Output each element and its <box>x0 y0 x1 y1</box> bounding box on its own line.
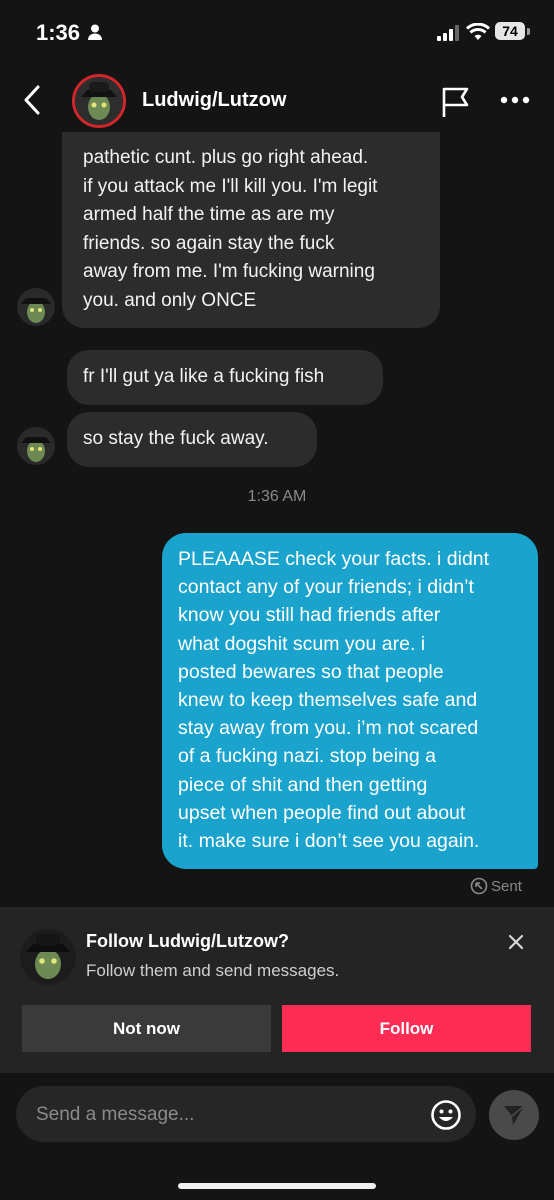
home-indicator <box>178 1183 376 1189</box>
sender-avatar[interactable] <box>17 427 55 465</box>
sent-status: Sent <box>470 877 522 895</box>
outgoing-message[interactable]: PLEAAASE check your facts. i didnt conta… <box>162 533 538 869</box>
back-chevron-icon[interactable] <box>20 84 44 116</box>
sender-avatar[interactable] <box>17 288 55 326</box>
avatar[interactable] <box>72 74 126 128</box>
follow-prompt: Follow Ludwig/Lutzow? Follow them and se… <box>0 907 554 1073</box>
signal-icon <box>437 25 459 41</box>
battery-icon: 74 <box>495 22 525 40</box>
not-now-button[interactable]: Not now <box>22 1005 271 1052</box>
status-time: 1:36 <box>36 20 81 45</box>
incoming-message[interactable]: fr I'll gut ya like a fucking fish <box>67 350 383 405</box>
battery-tip <box>527 28 530 35</box>
person-icon <box>88 24 102 40</box>
message-input-wrapper <box>16 1086 476 1144</box>
chat-header: Ludwig/Lutzow <box>0 66 554 138</box>
message-timestamp: 1:36 AM <box>247 488 307 505</box>
flag-icon[interactable] <box>441 86 471 118</box>
status-bar: 1:36 74 <box>0 0 554 66</box>
send-button[interactable] <box>489 1090 539 1140</box>
contact-name[interactable]: Ludwig/Lutzow <box>142 89 286 112</box>
sent-icon <box>470 877 488 895</box>
avatar-image <box>26 934 70 979</box>
emoji-icon[interactable] <box>430 1099 462 1131</box>
avatar[interactable] <box>20 929 76 985</box>
send-icon <box>504 1105 525 1125</box>
close-icon[interactable] <box>508 934 524 950</box>
wifi-icon <box>466 23 490 40</box>
follow-button[interactable]: Follow <box>282 1005 531 1052</box>
incoming-message[interactable]: pathetic cunt. plus go right ahead. if y… <box>62 132 440 328</box>
avatar-image <box>21 437 51 462</box>
follow-prompt-subtitle: Follow them and send messages. <box>86 961 340 980</box>
more-icon[interactable] <box>500 96 530 104</box>
follow-prompt-title: Follow Ludwig/Lutzow? <box>86 931 289 951</box>
avatar-image <box>21 298 51 323</box>
message-composer <box>0 1073 554 1200</box>
incoming-message[interactable]: so stay the fuck away. <box>67 412 317 467</box>
sent-label: Sent <box>491 877 522 895</box>
avatar-image <box>75 77 123 125</box>
message-input[interactable] <box>34 1086 418 1144</box>
